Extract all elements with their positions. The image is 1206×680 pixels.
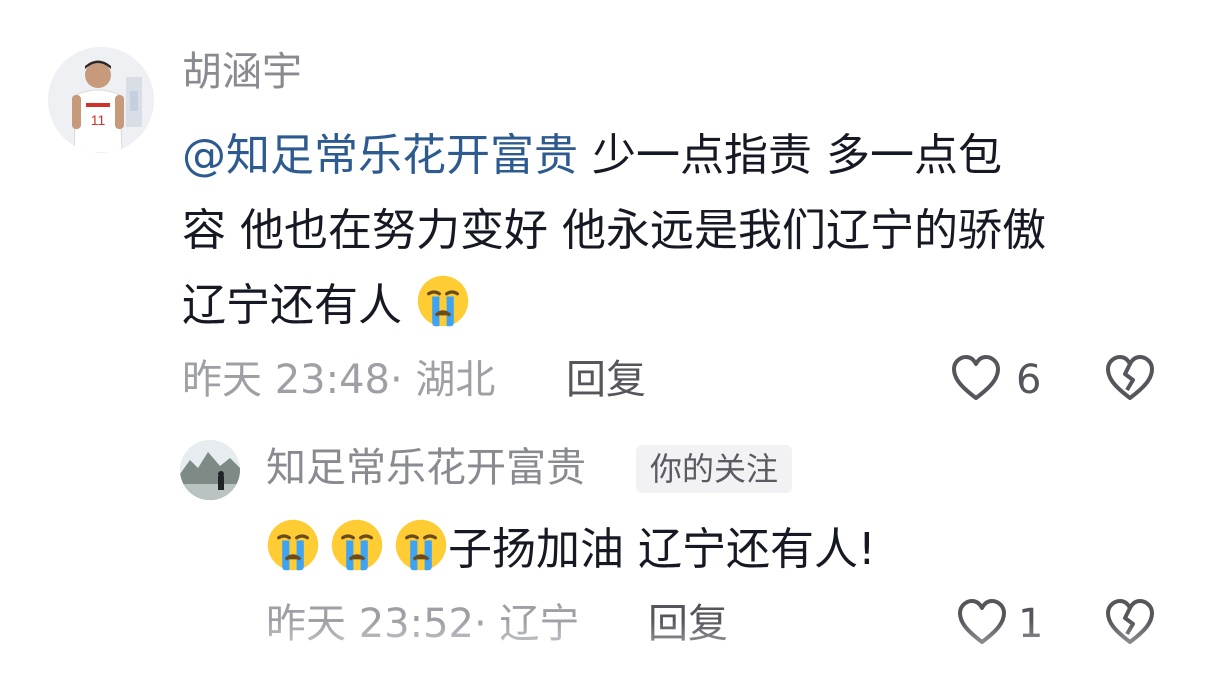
heart-outline-icon[interactable] (956, 596, 1008, 648)
mention-link[interactable]: @知足常乐花开富贵 (182, 130, 578, 181)
basketball-player-avatar-image: 11 (48, 47, 154, 153)
comment-text-line3: 辽宁还有人 (182, 280, 402, 331)
crying-face-emoji-icon (395, 519, 447, 571)
comment-text: @知足常乐花开富贵 少一点指责 多一点包 容 他也在努力变好 他永远是我们辽宁的… (182, 118, 1172, 343)
avatar-replier[interactable] (180, 440, 240, 500)
crying-face-emoji-icon (417, 275, 469, 327)
reply-text: 子扬加油 辽宁还有人! (266, 512, 876, 587)
reply-timestamp-location: 昨天 23:52· 辽宁 (266, 601, 580, 647)
landscape-avatar-image (180, 440, 240, 500)
broken-heart-icon[interactable] (1104, 352, 1156, 404)
heart-outline-icon[interactable] (950, 352, 1002, 404)
crying-face-emoji-icon (331, 519, 383, 571)
following-badge: 你的关注 (636, 445, 793, 493)
like-count: 6 (1016, 357, 1042, 403)
commenter-username[interactable]: 胡涵宇 (182, 52, 302, 92)
crying-face-emoji-icon (267, 519, 319, 571)
reply-button[interactable]: 回复 (648, 604, 728, 644)
reply-text-content: 子扬加油 辽宁还有人! (448, 524, 876, 575)
comment-text-line1: 少一点指责 多一点包 (578, 130, 1002, 181)
avatar-commenter[interactable]: 11 (48, 47, 154, 153)
comment-text-line2: 容 他也在努力变好 他永远是我们辽宁的骄傲 (182, 205, 1046, 256)
like-count: 1 (1018, 601, 1044, 647)
comment-timestamp-location: 昨天 23:48· 湖北 (182, 357, 496, 403)
broken-heart-icon[interactable] (1104, 596, 1156, 648)
reply-button[interactable]: 回复 (566, 360, 646, 400)
replier-username[interactable]: 知足常乐花开富贵 (266, 448, 586, 488)
svg-text:11: 11 (91, 112, 106, 128)
